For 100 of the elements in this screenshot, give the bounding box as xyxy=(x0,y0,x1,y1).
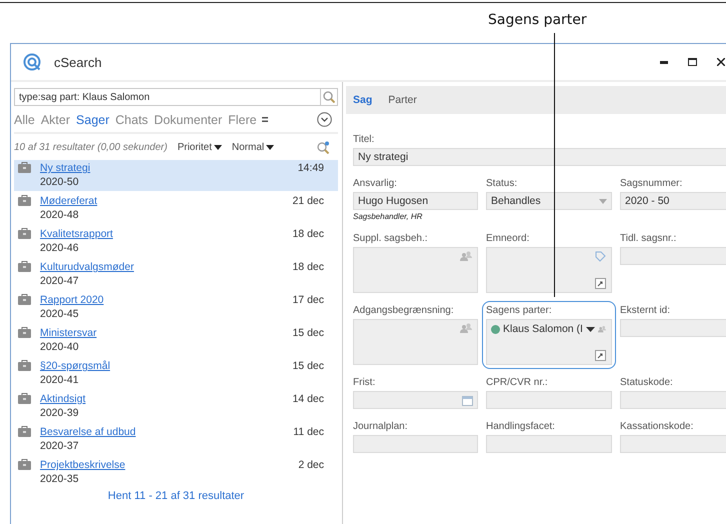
field-label: Suppl. sagsbeh.: xyxy=(353,233,428,244)
results-summary: 10 af 31 resultater (0,00 sekunder) xyxy=(14,142,168,153)
search-button[interactable] xyxy=(320,89,337,105)
filter-tab[interactable]: Alle xyxy=(14,112,35,126)
filter-tab[interactable]: Dokumenter xyxy=(154,112,222,126)
people-icon[interactable] xyxy=(460,251,472,261)
result-row[interactable]: Mødereferat 21 dec 2020-48 xyxy=(14,193,338,224)
field-label: Tidl. sagsnr.: xyxy=(620,233,678,244)
window-title: cSearch xyxy=(54,54,102,70)
caret-icon xyxy=(586,326,595,332)
result-date: 17 dec xyxy=(292,294,324,307)
result-date: 18 dec xyxy=(292,261,324,274)
detail-tab[interactable]: Parter xyxy=(388,94,417,106)
result-row[interactable]: Kvalitetsrapport 18 dec 2020-46 xyxy=(14,226,338,257)
case-link[interactable]: Rapport 2020 xyxy=(40,294,104,306)
briefcase-icon xyxy=(18,228,31,239)
field-label: Statuskode: xyxy=(620,377,674,388)
case-link[interactable]: Projektbeskrivelse xyxy=(40,459,126,471)
result-row[interactable]: Projektbeskrivelse 2 dec 2020-35 xyxy=(14,457,338,488)
briefcase-icon xyxy=(18,459,31,470)
parties-field[interactable]: Klaus Salomon (I xyxy=(486,319,612,365)
filter-tab[interactable]: Sager xyxy=(76,112,110,126)
briefcase-icon xyxy=(18,261,31,272)
field-label: Ansvarlig: xyxy=(353,178,398,189)
field-label: Kassationskode: xyxy=(620,421,694,432)
text-field[interactable] xyxy=(620,319,726,337)
case-link[interactable]: Aktindsigt xyxy=(40,393,86,405)
result-date: 11 dec xyxy=(293,426,324,439)
text-field[interactable] xyxy=(620,247,726,265)
party-chip[interactable]: Klaus Salomon (I xyxy=(491,323,595,335)
search-icon xyxy=(323,91,335,103)
load-more-link[interactable]: Hent 11 - 21 af 31 resultater xyxy=(108,490,244,502)
text-field[interactable]: Ny strategi xyxy=(353,148,726,166)
case-number: 2020-46 xyxy=(40,242,80,255)
detail-tab[interactable]: Sag xyxy=(353,94,372,106)
field-note: Sagsbehandler, HR xyxy=(353,212,424,221)
result-date: 21 dec xyxy=(292,195,324,208)
people-icon[interactable] xyxy=(598,324,606,334)
expand-circle-icon[interactable] xyxy=(317,112,332,127)
case-link[interactable]: §20-spørgsmål xyxy=(40,360,110,372)
case-link[interactable]: Kvalitetsrapport xyxy=(40,228,113,240)
case-link[interactable]: Mødereferat xyxy=(40,195,98,207)
case-number: 2020-47 xyxy=(40,275,80,288)
field-label: Journalplan: xyxy=(353,421,408,432)
result-date: 14:49 xyxy=(298,162,324,175)
briefcase-icon xyxy=(18,294,31,305)
sort-dropdown[interactable]: Prioritet xyxy=(177,142,222,153)
result-date: 18 dec xyxy=(292,228,324,241)
date-field[interactable] xyxy=(353,391,478,409)
tag-icon[interactable] xyxy=(595,251,606,262)
people-field[interactable] xyxy=(353,247,478,293)
result-date: 2 dec xyxy=(298,459,324,472)
caret-icon xyxy=(599,198,607,204)
briefcase-icon xyxy=(18,162,31,173)
keywords-field[interactable] xyxy=(486,247,612,293)
search-field[interactable]: type:sag part: Klaus Salomon xyxy=(14,88,338,106)
case-number: 2020-45 xyxy=(40,308,80,321)
search-plus-icon[interactable] xyxy=(317,141,330,154)
logo-icon xyxy=(23,53,41,71)
text-field[interactable]: 2020 - 50 xyxy=(620,192,726,210)
mode-dropdown[interactable]: Normal xyxy=(232,142,274,153)
result-row[interactable]: Besvarelse af udbud 11 dec 2020-37 xyxy=(14,424,338,455)
people-icon[interactable] xyxy=(460,323,472,333)
filter-tab[interactable]: Flere xyxy=(228,112,268,126)
case-number: 2020-48 xyxy=(40,209,80,222)
text-field[interactable] xyxy=(620,391,726,409)
result-row[interactable]: §20-spørgsmål 15 dec 2020-41 xyxy=(14,358,338,389)
field-label: Emneord: xyxy=(486,233,530,244)
result-row[interactable]: Ny strategi 14:49 2020-50 xyxy=(14,160,338,191)
calendar-icon[interactable] xyxy=(462,394,473,406)
result-row[interactable]: Ministersvar 15 dec 2020-40 xyxy=(14,325,338,356)
filter-tab[interactable]: Akter xyxy=(40,112,70,126)
field-label: Titel: xyxy=(353,134,376,145)
result-row[interactable]: Kulturudvalgsmøder 18 dec 2020-47 xyxy=(14,259,338,290)
result-date: 14 dec xyxy=(292,393,324,406)
expand-icon[interactable] xyxy=(595,278,606,289)
case-number: 2020-39 xyxy=(40,407,80,420)
case-number: 2020-40 xyxy=(40,341,80,354)
text-field[interactable] xyxy=(486,391,612,409)
filter-tab[interactable]: Chats xyxy=(115,112,148,126)
case-link[interactable]: Kulturudvalgsmøder xyxy=(40,261,134,273)
expand-icon[interactable] xyxy=(595,350,606,361)
case-number: 2020-37 xyxy=(40,440,80,453)
briefcase-icon xyxy=(18,360,31,371)
text-field[interactable] xyxy=(353,435,478,453)
maximize-icon[interactable] xyxy=(688,58,697,66)
briefcase-icon xyxy=(18,393,31,404)
text-field[interactable] xyxy=(486,435,612,453)
case-link[interactable]: Ministersvar xyxy=(40,327,97,339)
status-dropdown[interactable]: Behandles xyxy=(486,192,612,210)
close-icon[interactable] xyxy=(717,58,725,66)
text-field[interactable]: Hugo Hugosen xyxy=(353,192,478,210)
result-row[interactable]: Aktindsigt 14 dec 2020-39 xyxy=(14,391,338,422)
text-field[interactable] xyxy=(620,435,726,453)
case-link[interactable]: Besvarelse af udbud xyxy=(40,426,136,438)
minimize-icon[interactable] xyxy=(660,60,668,64)
case-link[interactable]: Ny strategi xyxy=(40,162,90,174)
people-field[interactable] xyxy=(353,319,478,365)
field-label: Sagsnummer: xyxy=(620,178,684,189)
result-row[interactable]: Rapport 2020 17 dec 2020-45 xyxy=(14,292,338,323)
